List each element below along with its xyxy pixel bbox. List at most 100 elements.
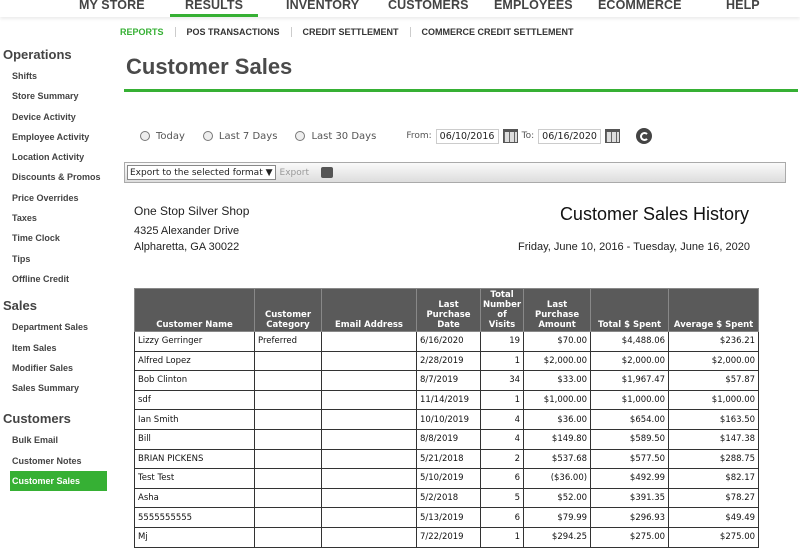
table-cell: $294.25 <box>523 526 592 548</box>
export-format-select[interactable]: Export to the selected format ▼ <box>127 165 276 180</box>
table-row: 5555555555 5/13/2019 6 $79.99 $296.93 $49.49 <box>134 507 760 528</box>
table-cell: 19 <box>479 331 525 352</box>
sidebar-item-location-activity[interactable]: Location Activity <box>0 147 112 167</box>
radio-label: Last 30 Days <box>311 130 377 142</box>
table-cell <box>254 370 322 391</box>
table-cell: $296.93 <box>590 507 670 528</box>
sidebar-item-customer-sales[interactable]: Customer Sales <box>10 471 107 492</box>
column-header[interactable]: Email Address <box>321 288 417 332</box>
table-cell: $49.49 <box>668 507 760 528</box>
table-cell: 5 <box>479 487 525 509</box>
table-cell: $391.35 <box>590 487 670 509</box>
table-cell: $1,000.00 <box>590 389 670 411</box>
table-row: Bill 8/8/2019 4 $149.80 $589.50 $147.38 <box>134 428 760 450</box>
sidebar-item-price-overrides[interactable]: Price Overrides <box>0 188 112 208</box>
radio-last-7-days[interactable]: Last 7 Days <box>202 131 277 142</box>
sidebar: Operations Shifts Store Summary Device Act… <box>0 44 112 492</box>
column-header[interactable]: Total $ Spent <box>590 288 670 332</box>
sidebar-item-item-sales[interactable]: Item Sales <box>0 338 112 358</box>
table-cell <box>321 428 417 450</box>
table-cell: 5/10/2019 <box>416 468 481 489</box>
sidebar-item-sales-summary[interactable]: Sales Summary <box>0 378 112 398</box>
nav-inventory[interactable]: INVENTORY <box>286 0 359 12</box>
sidebar-item-shifts[interactable]: Shifts <box>0 66 112 86</box>
table-cell: Asha <box>134 487 255 509</box>
column-header[interactable]: Customer Name <box>134 288 255 332</box>
table-cell: 6 <box>479 468 525 489</box>
table-cell: $70.00 <box>523 331 592 352</box>
report-title: Customer Sales History <box>559 204 749 224</box>
table-cell: $4,488.06 <box>590 331 670 352</box>
subnav-pos-transactions[interactable]: POS TRANSACTIONS <box>176 27 291 37</box>
sidebar-item-customer-notes[interactable]: Customer Notes <box>0 451 112 471</box>
table-cell <box>321 389 417 411</box>
sidebar-heading-operations: Operations <box>3 47 72 62</box>
table-row: Test Test 5/10/2019 6 ($36.00) $492.99 $82.17 <box>134 468 760 489</box>
nav-help[interactable]: HELP <box>726 0 760 12</box>
table-cell <box>254 389 322 411</box>
radio-today[interactable]: Today <box>140 131 185 142</box>
from-date-input[interactable] <box>435 128 499 144</box>
to-date-input[interactable] <box>538 128 602 144</box>
sidebar-item-offline-credit[interactable]: Offline Credit <box>0 269 112 289</box>
subnav-reports[interactable]: REPORTS <box>120 27 175 37</box>
sidebar-item-device-activity[interactable]: Device Activity <box>0 107 112 127</box>
nav-my-store[interactable]: MY STORE <box>79 0 145 12</box>
table-cell <box>254 428 322 450</box>
table-cell: $2,000.00 <box>523 350 592 372</box>
to-label: To: <box>521 131 535 141</box>
column-header[interactable]: Average $ Spent <box>668 288 760 332</box>
table-cell: $36.00 <box>523 409 592 430</box>
subnav-credit-settlement[interactable]: CREDIT SETTLEMENT <box>292 27 410 37</box>
column-header[interactable]: Last Purchase Amount <box>523 288 592 332</box>
print-icon[interactable] <box>321 167 333 178</box>
nav-ecommerce[interactable]: ECOMMERCE <box>598 0 682 12</box>
radio-last-30-days[interactable]: Last 30 Days <box>295 131 376 142</box>
table-cell: 11/14/2019 <box>416 389 481 411</box>
table-cell: $236.21 <box>668 331 760 352</box>
table-cell: $492.99 <box>590 468 670 489</box>
nav-results[interactable]: RESULTS <box>170 0 259 17</box>
table-cell <box>321 468 417 489</box>
table-row: BRIAN PICKENS 5/21/2018 2 $537.68 $577.50 $28… <box>134 448 760 470</box>
table-cell: 5/21/2018 <box>416 448 481 470</box>
table-cell <box>254 448 322 470</box>
nav-customers[interactable]: CUSTOMERS <box>388 0 469 12</box>
sidebar-item-employee-activity[interactable]: Employee Activity <box>0 127 112 147</box>
calendar-icon[interactable] <box>502 129 518 143</box>
subnav-commerce-credit-settlement[interactable]: COMMERCE CREDIT SETTLEMENT <box>411 27 585 37</box>
nav-employees[interactable]: EMPLOYEES <box>494 0 573 12</box>
table-row: Lizzy Gerringer Preferred 6/16/2020 19 $70.0… <box>134 331 760 352</box>
table-cell <box>321 409 417 430</box>
export-button[interactable]: Export <box>280 168 309 178</box>
sidebar-item-discounts-promos[interactable]: Discounts & Promos <box>0 167 112 187</box>
radio-icon <box>202 131 213 141</box>
column-header[interactable]: Customer Category <box>254 288 322 332</box>
table-cell <box>321 526 417 548</box>
column-header[interactable]: Last Purchase Date <box>416 288 481 332</box>
sidebar-item-store-summary[interactable]: Store Summary <box>0 86 112 106</box>
sidebar-item-modifier-sales[interactable]: Modifier Sales <box>0 358 112 378</box>
sidebar-item-bulk-email[interactable]: Bulk Email <box>0 430 112 450</box>
table-cell <box>254 507 322 528</box>
table-cell: Lizzy Gerringer <box>134 331 255 352</box>
radio-icon <box>295 131 306 141</box>
table-cell: 1 <box>479 526 525 548</box>
table-cell: 7/22/2019 <box>416 526 481 548</box>
table-cell <box>321 350 417 372</box>
table-cell: 1 <box>479 350 525 372</box>
column-header[interactable]: Total Number of Visits <box>479 288 525 332</box>
table-cell: $57.87 <box>668 370 760 391</box>
table-cell: Preferred <box>254 331 322 352</box>
sidebar-item-department-sales[interactable]: Department Sales <box>0 317 112 337</box>
calendar-icon[interactable] <box>605 129 621 143</box>
table-cell: Test Test <box>134 468 255 489</box>
sidebar-item-time-clock[interactable]: Time Clock <box>0 228 112 248</box>
sidebar-item-tips[interactable]: Tips <box>0 249 112 269</box>
table-cell: $537.68 <box>523 448 592 470</box>
sidebar-item-taxes[interactable]: Taxes <box>0 208 112 228</box>
customer-sales-table: Customer Name Customer Category Email Addr… <box>134 288 760 548</box>
table-cell: 5555555555 <box>134 507 255 528</box>
refresh-icon[interactable] <box>636 128 653 144</box>
top-nav: MY STORE RESULTS INVENTORY CUSTOMERS EMP… <box>0 0 800 17</box>
